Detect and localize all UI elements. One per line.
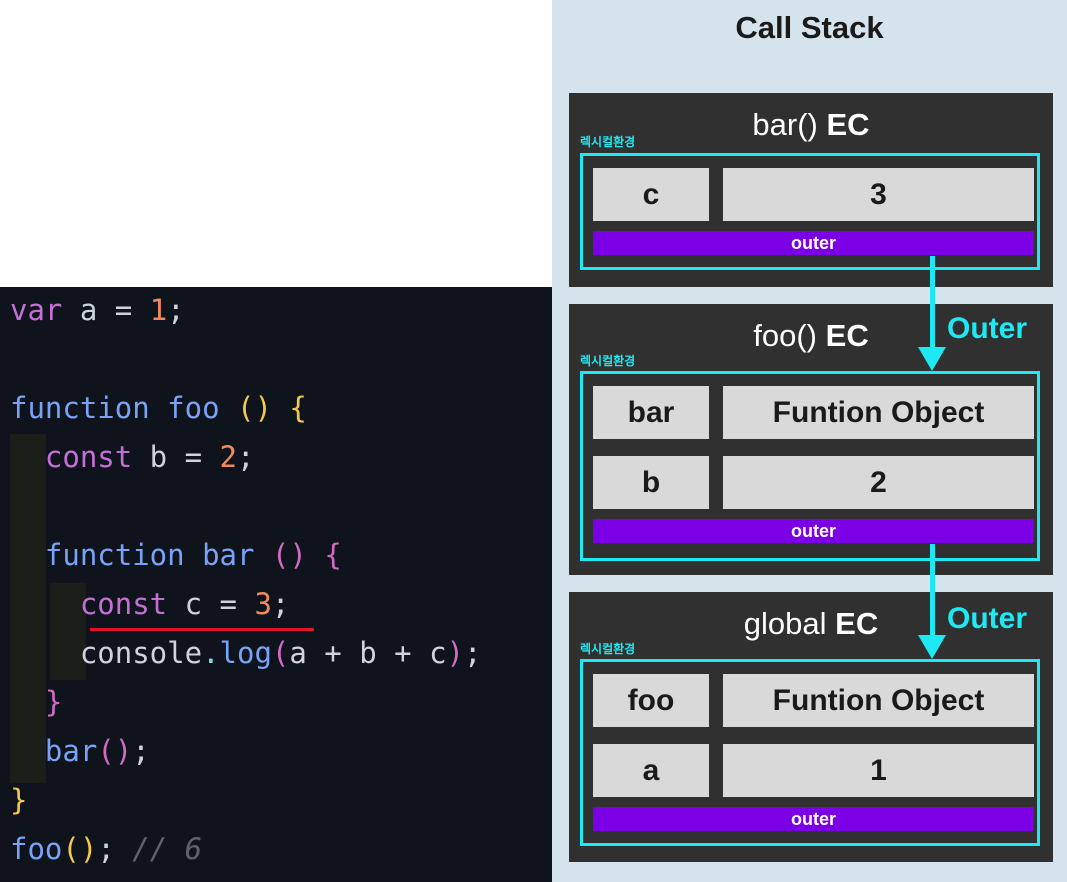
code-token: ()	[97, 734, 133, 768]
code-token: // 6	[114, 832, 203, 866]
code-line: }	[10, 777, 27, 823]
outer-reference-bar: outer	[593, 231, 1034, 255]
code-token: function	[10, 538, 185, 572]
code-line: function foo () {	[10, 385, 307, 431]
code-line: console.log(a + b + c);	[10, 630, 482, 676]
code-token: ;	[464, 636, 482, 670]
code-token: function	[10, 391, 150, 425]
lexical-env-label: 렉시컬환경	[580, 354, 636, 368]
env-key-cell: b	[593, 456, 709, 509]
code-line: foo(); // 6	[10, 826, 202, 872]
code-token: log	[219, 636, 272, 670]
code-token: bar	[184, 538, 272, 572]
code-token: b =	[132, 440, 220, 474]
lexical-env-frame: c 3 outer	[580, 153, 1040, 270]
code-line: const b = 2;	[10, 434, 255, 480]
outer-reference-bar: outer	[593, 807, 1034, 831]
code-token: }	[10, 783, 28, 817]
ec-box-bar: bar() EC 렉시컬환경 c 3 outer	[569, 93, 1053, 287]
code-token: ;	[271, 587, 290, 621]
code-token: bar	[10, 734, 98, 768]
code-token: ;	[132, 734, 150, 768]
code-token: (	[271, 636, 290, 670]
env-value-cell: Funtion Object	[723, 674, 1034, 727]
code-line: const c = 3;	[10, 581, 290, 627]
outer-arrow-line-2	[930, 544, 935, 637]
lexical-env-label: 렉시컬환경	[580, 642, 636, 656]
lexical-env-frame: bar Funtion Object b 2 outer	[580, 371, 1040, 561]
outer-arrow-label-2: Outer	[947, 602, 1028, 635]
code-token: ()	[62, 832, 98, 866]
code-line: var a = 1;	[10, 287, 185, 333]
code-token: {	[289, 391, 307, 425]
code-token: 3	[254, 587, 272, 621]
code-line: }	[10, 679, 62, 725]
env-key-cell: foo	[593, 674, 709, 727]
code-token: ;	[97, 832, 115, 866]
ec-title-bar: bar() EC	[752, 107, 870, 142]
outer-arrow-head-1	[918, 347, 946, 371]
code-token: }	[10, 685, 63, 719]
outer-arrow-line-1	[930, 256, 935, 349]
code-token: ;	[167, 293, 185, 327]
code-token: ()	[271, 538, 307, 572]
code-token: 2	[219, 440, 237, 474]
code-token: )	[446, 636, 464, 670]
code-token: ;	[237, 440, 255, 474]
env-value-cell: Funtion Object	[723, 386, 1034, 439]
code-token: foo	[149, 391, 237, 425]
code-token: .	[202, 636, 220, 670]
code-line: bar();	[10, 728, 150, 774]
env-value-cell: 1	[723, 744, 1034, 797]
env-value-cell: 3	[723, 168, 1034, 221]
code-token: const	[10, 587, 168, 621]
code-token: const	[10, 440, 133, 474]
lexical-env-frame: foo Funtion Object a 1 outer	[580, 659, 1040, 846]
code-editor-panel: var a = 1; function foo () { const b = 2;…	[0, 287, 552, 882]
env-value-cell: 2	[723, 456, 1034, 509]
outer-reference-bar: outer	[593, 519, 1034, 543]
outer-arrow-label-1: Outer	[947, 312, 1028, 345]
code-token: a =	[62, 293, 150, 327]
code-token: var	[10, 293, 63, 327]
code-token: c =	[167, 587, 255, 621]
code-token: foo	[10, 832, 63, 866]
lexical-env-label: 렉시컬환경	[580, 135, 636, 149]
code-token: console	[10, 636, 203, 670]
env-key-cell: a	[593, 744, 709, 797]
code-token: 1	[149, 293, 168, 327]
code-token: a + b + c	[289, 636, 447, 670]
call-stack-title: Call Stack	[735, 10, 884, 45]
outer-arrow-head-2	[918, 635, 946, 659]
call-stack-panel: Call Stack bar() EC 렉시컬환경 c 3 outer foo(…	[552, 0, 1067, 882]
code-token: {	[324, 538, 342, 572]
env-key-cell: bar	[593, 386, 709, 439]
code-token: ()	[237, 391, 272, 425]
env-key-cell: c	[593, 168, 709, 221]
code-line: function bar () {	[10, 532, 342, 578]
